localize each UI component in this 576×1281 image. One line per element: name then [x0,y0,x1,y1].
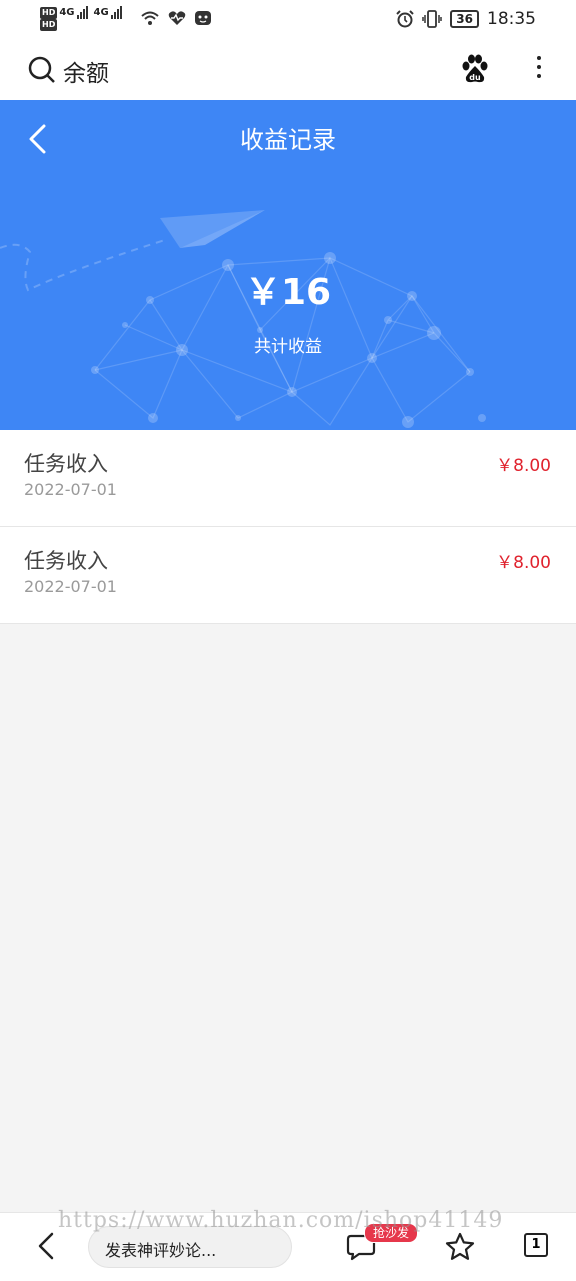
hd-badge: HD [40,7,58,19]
list-item[interactable]: 任务收入 2022-07-01 ￥8.00 [0,430,576,527]
star-icon[interactable] [445,1232,475,1262]
alarm-icon [396,10,415,28]
record-title: 任务收入 [24,549,108,573]
search-icon[interactable] [28,56,56,84]
network-label-2: 4G [93,7,109,18]
status-bar: HD 4G 4G HD 36 18:35 [0,0,576,38]
record-title: 任务收入 [24,452,108,476]
back-icon[interactable] [34,1231,58,1261]
comment-placeholder: 发表神评妙论... [105,1241,217,1260]
total-earnings-label: 共计收益 [254,337,322,357]
vibrate-icon [422,10,443,28]
hd-badge-2: HD [40,19,58,31]
list-item[interactable]: 任务收入 2022-07-01 ￥8.00 [0,527,576,624]
battery-icon: 36 [450,10,479,28]
status-icons [140,9,212,27]
baidu-paw-icon[interactable]: du [460,54,490,84]
page-title: 收益记录 [240,126,336,154]
record-date: 2022-07-01 [24,577,117,596]
svg-text:du: du [469,73,481,82]
status-right: 36 18:35 [396,9,536,29]
heart-rate-icon [168,11,186,25]
record-amount: ￥8.00 [496,456,551,476]
more-options-icon[interactable] [530,52,548,86]
signal-icon-2 [110,5,122,19]
earnings-record-list: 任务收入 2022-07-01 ￥8.00 任务收入 2022-07-01 ￥8… [0,430,576,624]
record-amount: ￥8.00 [496,553,551,573]
app-notification-icon [195,11,211,25]
total-earnings-amount: ￥16 [244,272,332,313]
clock: 18:35 [487,9,536,29]
tabs-count-button[interactable]: 1 [524,1233,548,1257]
record-date: 2022-07-01 [24,480,117,499]
signal-indicators: HD 4G 4G HD [40,5,122,31]
earnings-summary-header: 收益记录 ￥16 共计收益 [0,100,576,430]
search-query[interactable]: 余额 [63,54,109,88]
signal-icon [76,5,88,19]
watermark-text: https://www.huzhan.com/ishop41149 [58,1208,504,1233]
wifi-icon [141,11,159,25]
browser-toolbar: 余额 du [0,38,576,100]
network-label: 4G [59,7,75,18]
